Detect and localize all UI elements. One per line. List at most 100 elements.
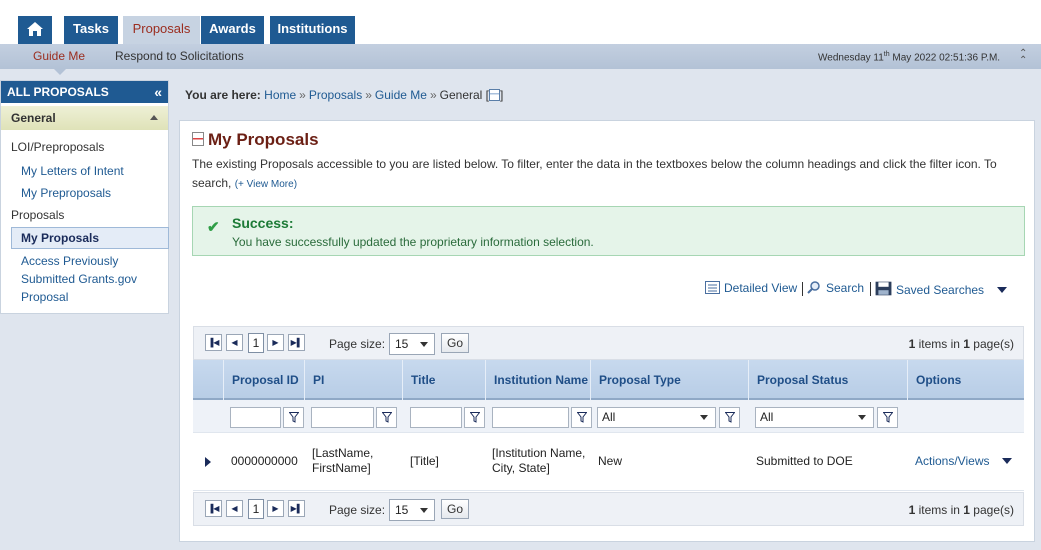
page-number[interactable]: 1 (248, 499, 264, 519)
last-page-icon[interactable]: ▶▌ (288, 500, 305, 517)
page-size-label: Page size: (329, 337, 386, 351)
chevron-up-icon (150, 115, 158, 120)
sidebar-item-letters-of-intent[interactable]: My Letters of Intent (21, 162, 124, 180)
grid-header: Proposal ID PI Title Institution Name Pr… (193, 360, 1024, 400)
subnav-respond-to-solicitations[interactable]: Respond to Solicitations (115, 49, 244, 63)
first-page-icon[interactable]: ▐◀ (205, 500, 222, 517)
filter-icon[interactable] (376, 407, 397, 428)
filter-icon[interactable] (464, 407, 485, 428)
previous-page-icon[interactable]: ◀ (226, 334, 243, 351)
column-header-institution[interactable]: Institution Name (485, 360, 590, 400)
proposals-grid: ▐◀ ◀ 1 ▶ ▶▌ Page size: 15 Go 1 items in … (193, 326, 1024, 535)
expand-row-icon[interactable] (205, 457, 211, 467)
cell-institution: [Institution Name, City, State] (492, 446, 586, 475)
sidebar-item-preproposals[interactable]: My Preproposals (21, 184, 111, 202)
column-header-proposal-id[interactable]: Proposal ID (223, 360, 304, 400)
column-header-proposal-type[interactable]: Proposal Type (590, 360, 748, 400)
sidebar-item-access-grants-gov[interactable]: Access Previously Submitted Grants.gov P… (21, 252, 151, 306)
filter-pi-input[interactable] (311, 407, 374, 428)
search-button[interactable]: Search (807, 281, 864, 295)
active-subnav-pointer (53, 68, 67, 75)
actions-dropdown-icon[interactable] (1002, 458, 1012, 464)
go-button[interactable]: Go (441, 499, 469, 519)
tab-tasks[interactable]: Tasks (64, 16, 118, 44)
filter-proposal-id-input[interactable] (230, 407, 281, 428)
page-window-icon[interactable] (489, 89, 500, 101)
collapse-sidebar-icon[interactable]: « (154, 81, 162, 103)
success-message: ✔ Success: You have successfully updated… (192, 206, 1025, 256)
sidebar: ALL PROPOSALS « General LOI/Preproposals… (0, 80, 169, 314)
sidebar-group-proposals: Proposals (11, 208, 65, 222)
column-header-options: Options (907, 360, 1024, 400)
save-disk-icon (875, 281, 892, 296)
proposal-document-icon (192, 132, 204, 146)
filter-title-input[interactable] (410, 407, 462, 428)
tab-proposals[interactable]: Proposals (123, 16, 200, 44)
filter-proposal-type-select[interactable]: All (597, 407, 716, 428)
filter-proposal-status-select[interactable]: All (755, 407, 874, 428)
items-info: 1 items in 1 page(s) (908, 337, 1014, 351)
column-header-proposal-status[interactable]: Proposal Status (748, 360, 907, 400)
toolbar-divider (870, 282, 871, 296)
collapse-header-icon[interactable]: ⌃ ⌃ (1019, 49, 1031, 66)
success-title: Success: (232, 215, 294, 231)
tab-institutions[interactable]: Institutions (270, 16, 355, 44)
page-title: My Proposals (192, 130, 319, 150)
filter-icon[interactable] (283, 407, 304, 428)
filter-institution-input[interactable] (492, 407, 569, 428)
sidebar-item-my-proposals[interactable]: My Proposals (11, 227, 169, 249)
page-size-select[interactable]: 15 (389, 333, 435, 355)
filter-row: All All (193, 400, 1024, 433)
sidebar-header: ALL PROPOSALS « (1, 81, 168, 103)
saved-searches-button[interactable]: Saved Searches (875, 281, 984, 297)
main-panel: My Proposals The existing Proposals acce… (179, 120, 1035, 542)
success-text: You have successfully updated the propri… (232, 235, 594, 249)
search-icon (807, 281, 820, 294)
grid-pager-top: ▐◀ ◀ 1 ▶ ▶▌ Page size: 15 Go 1 items in … (193, 326, 1024, 360)
view-more-link[interactable]: (+ View More) (235, 179, 297, 190)
filter-icon[interactable] (877, 407, 898, 428)
sub-navigation: Guide Me Respond to Solicitations Wednes… (0, 44, 1041, 75)
items-info: 1 items in 1 page(s) (908, 503, 1014, 517)
saved-searches-dropdown-icon[interactable] (997, 287, 1007, 293)
page-size-select[interactable]: 15 (389, 499, 435, 521)
home-tab[interactable] (18, 16, 52, 44)
cell-title: [Title] (410, 453, 439, 468)
last-page-icon[interactable]: ▶▌ (288, 334, 305, 351)
page-description: The existing Proposals accessible to you… (192, 157, 997, 190)
first-page-icon[interactable]: ▐◀ (205, 334, 222, 351)
top-navigation: Tasks Proposals Awards Institutions (0, 0, 1041, 44)
current-datetime: Wednesday 11th May 2022 02:51:36 P.M. (818, 51, 1001, 64)
expand-column-header (193, 360, 223, 400)
subnav-guide-me[interactable]: Guide Me (33, 49, 85, 63)
page-number[interactable]: 1 (248, 333, 264, 353)
cell-proposal-type: New (598, 453, 623, 468)
sidebar-section-general[interactable]: General (1, 106, 168, 130)
table-row: 0000000000 [LastName, FirstName] [Title]… (193, 433, 1024, 491)
breadcrumb-guide-me[interactable]: Guide Me (375, 88, 427, 102)
filter-icon[interactable] (571, 407, 592, 428)
go-button[interactable]: Go (441, 333, 469, 353)
next-page-icon[interactable]: ▶ (267, 500, 284, 517)
checkmark-icon: ✔ (207, 219, 220, 236)
breadcrumb-proposals[interactable]: Proposals (309, 88, 362, 102)
sidebar-group-loi: LOI/Preproposals (11, 140, 105, 154)
toolbar-divider (802, 282, 803, 296)
actions-views-link[interactable]: Actions/Views (907, 433, 997, 489)
detailed-view-button[interactable]: Detailed View (705, 281, 797, 295)
breadcrumb: You are here: Home» Proposals» Guide Me» Ge… (185, 88, 504, 102)
tab-awards[interactable]: Awards (201, 16, 264, 44)
cell-proposal-id: 0000000000 (231, 453, 298, 468)
cell-pi: [LastName, FirstName] (312, 446, 374, 475)
breadcrumb-current: General [ (439, 88, 489, 102)
next-page-icon[interactable]: ▶ (267, 334, 284, 351)
list-view-icon (705, 281, 720, 294)
home-icon (27, 22, 43, 36)
previous-page-icon[interactable]: ◀ (226, 500, 243, 517)
column-header-pi[interactable]: PI (304, 360, 402, 400)
grid-pager-bottom: ▐◀ ◀ 1 ▶ ▶▌ Page size: 15 Go 1 items in … (193, 492, 1024, 526)
filter-icon[interactable] (719, 407, 740, 428)
breadcrumb-home[interactable]: Home (264, 88, 296, 102)
cell-proposal-status: Submitted to DOE (756, 453, 853, 468)
column-header-title[interactable]: Title (402, 360, 485, 400)
